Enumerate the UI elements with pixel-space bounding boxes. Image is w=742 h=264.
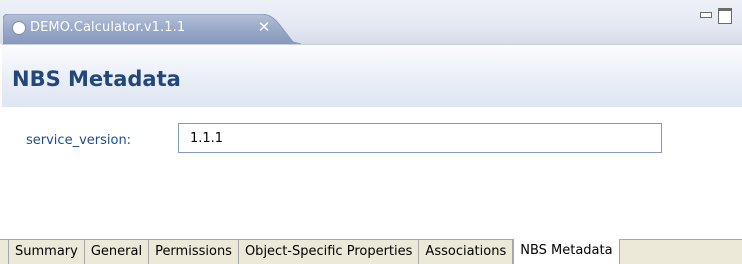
view-controls bbox=[692, 8, 742, 24]
form-header: NBS Metadata bbox=[2, 44, 742, 108]
editor-tab-title: DEMO.Calculator.v1.1.1 bbox=[30, 20, 186, 35]
editor-tab-demo-calculator[interactable]: DEMO.Calculator.v1.1.1 ✕ bbox=[3, 14, 301, 44]
tab-permissions[interactable]: Permissions bbox=[149, 240, 239, 264]
page-tab-bar: Summary General Permissions Object-Speci… bbox=[0, 239, 742, 264]
maximize-icon[interactable] bbox=[718, 8, 732, 24]
tab-summary[interactable]: Summary bbox=[8, 240, 85, 264]
close-icon[interactable]: ✕ bbox=[256, 19, 272, 35]
editor-window: DEMO.Calculator.v1.1.1 ✕ NBS Metadata se… bbox=[0, 0, 742, 264]
form-body: service_version: bbox=[2, 107, 742, 239]
editor-tab-bar: DEMO.Calculator.v1.1.1 ✕ bbox=[0, 0, 742, 44]
tab-object-specific-properties[interactable]: Object-Specific Properties bbox=[239, 240, 420, 264]
tab-general[interactable]: General bbox=[85, 240, 150, 264]
tab-nbs-metadata[interactable]: NBS Metadata bbox=[513, 239, 620, 264]
minimize-icon[interactable] bbox=[700, 12, 712, 18]
form-title: NBS Metadata bbox=[12, 67, 181, 91]
page-tab-row: Summary General Permissions Object-Speci… bbox=[8, 239, 620, 264]
tab-associations[interactable]: Associations bbox=[419, 240, 514, 264]
service-version-input[interactable] bbox=[178, 123, 662, 153]
circle-icon bbox=[12, 21, 26, 35]
service-version-label: service_version: bbox=[26, 133, 132, 148]
